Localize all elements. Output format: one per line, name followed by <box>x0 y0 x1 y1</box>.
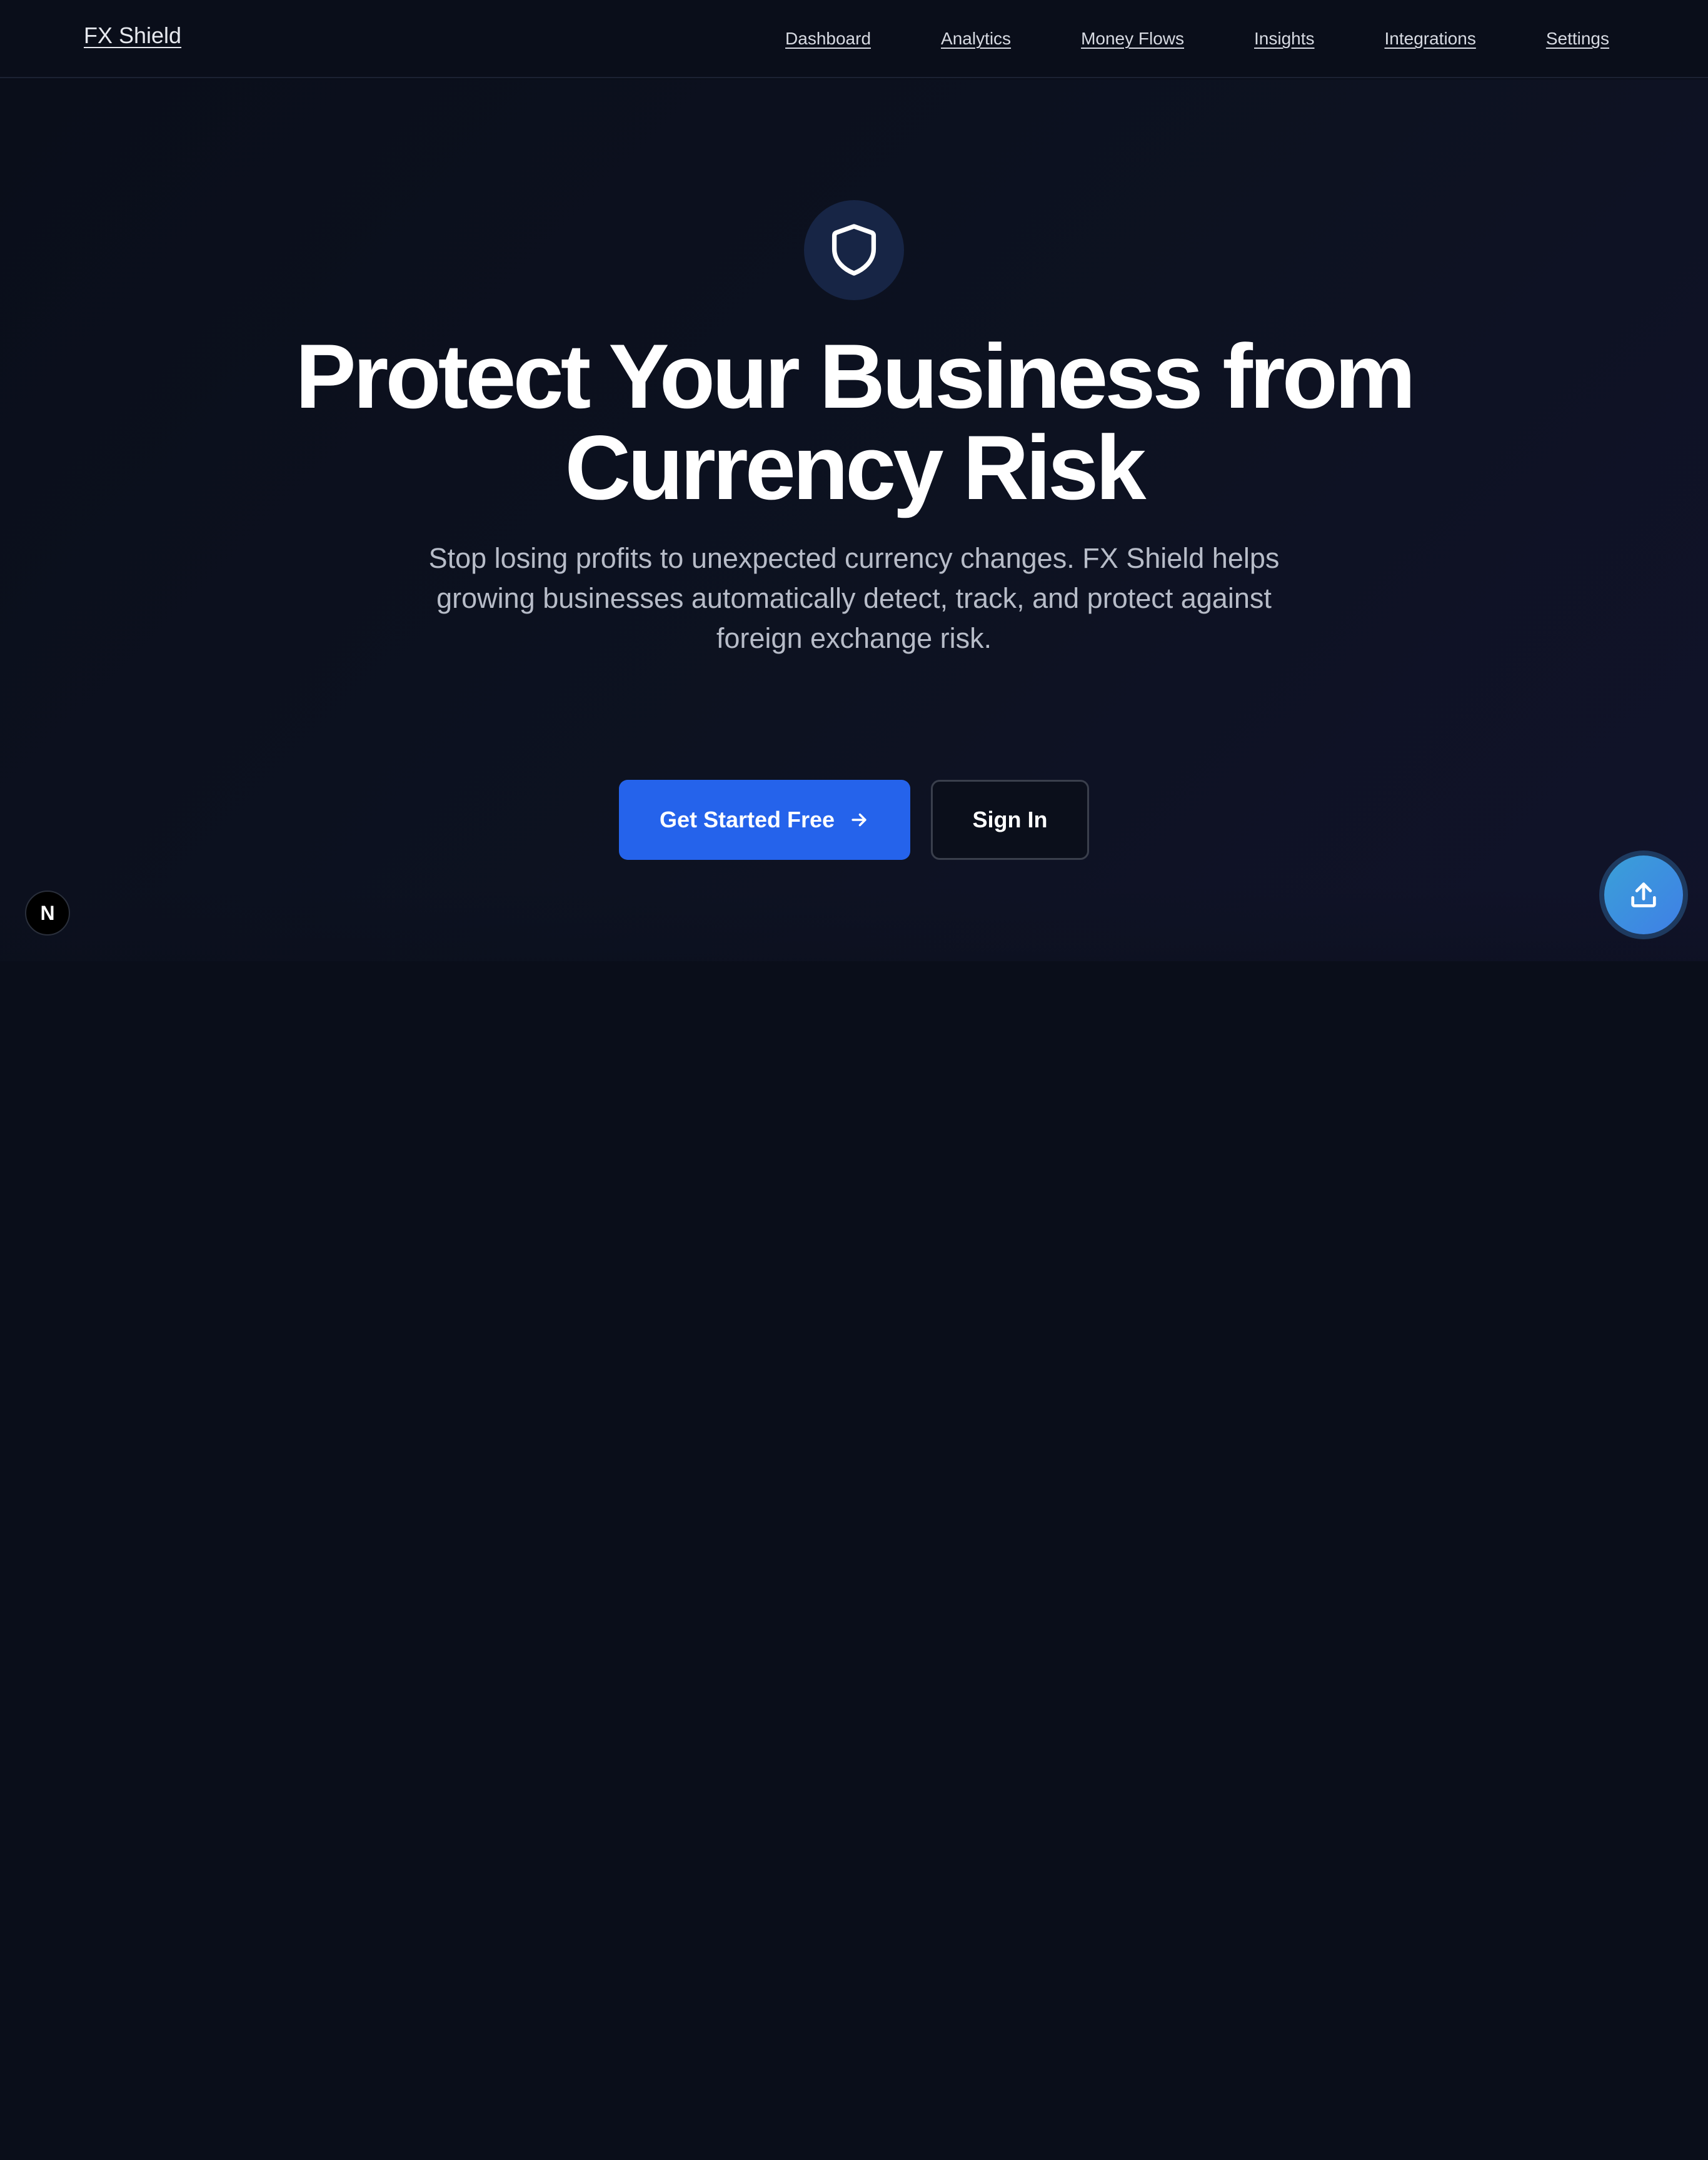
hero-subtext: Stop losing profits to unexpected curren… <box>428 542 1280 654</box>
nav-link-analytics[interactable]: Analytics <box>941 29 1011 49</box>
headline-line-1: Protect Your Business from <box>295 325 1415 427</box>
nav-link-dashboard[interactable]: Dashboard <box>785 29 871 49</box>
get-started-label: Get Started Free <box>659 807 835 832</box>
get-started-button[interactable]: Get Started Free <box>619 780 910 860</box>
sign-in-button[interactable]: Sign In <box>931 780 1089 860</box>
nav-link-money-flows[interactable]: Money Flows <box>1081 29 1184 49</box>
shield-badge <box>804 200 904 300</box>
upload-icon <box>1631 882 1656 907</box>
top-navbar: FX Shield Dashboard Analytics Money Flow… <box>0 0 1708 78</box>
brand-logo-link[interactable]: FX Shield <box>84 23 181 49</box>
dev-tools-badge[interactable]: N <box>25 891 70 936</box>
nav-link-insights[interactable]: Insights <box>1254 29 1315 49</box>
arrow-right-icon <box>851 813 867 827</box>
main-nav: Dashboard Analytics Money Flows Insights… <box>785 29 1609 49</box>
shield-icon <box>831 224 877 276</box>
nav-link-integrations[interactable]: Integrations <box>1385 29 1476 49</box>
hero-section: Protect Your Business from Currency Risk… <box>0 79 1708 961</box>
hero-headline: Protect Your Business from Currency Risk <box>188 331 1520 513</box>
nav-link-settings[interactable]: Settings <box>1546 29 1609 49</box>
upload-fab-button[interactable] <box>1604 855 1683 934</box>
headline-line-2: Currency Risk <box>565 416 1147 518</box>
hero-bottom-fade <box>0 886 1708 961</box>
